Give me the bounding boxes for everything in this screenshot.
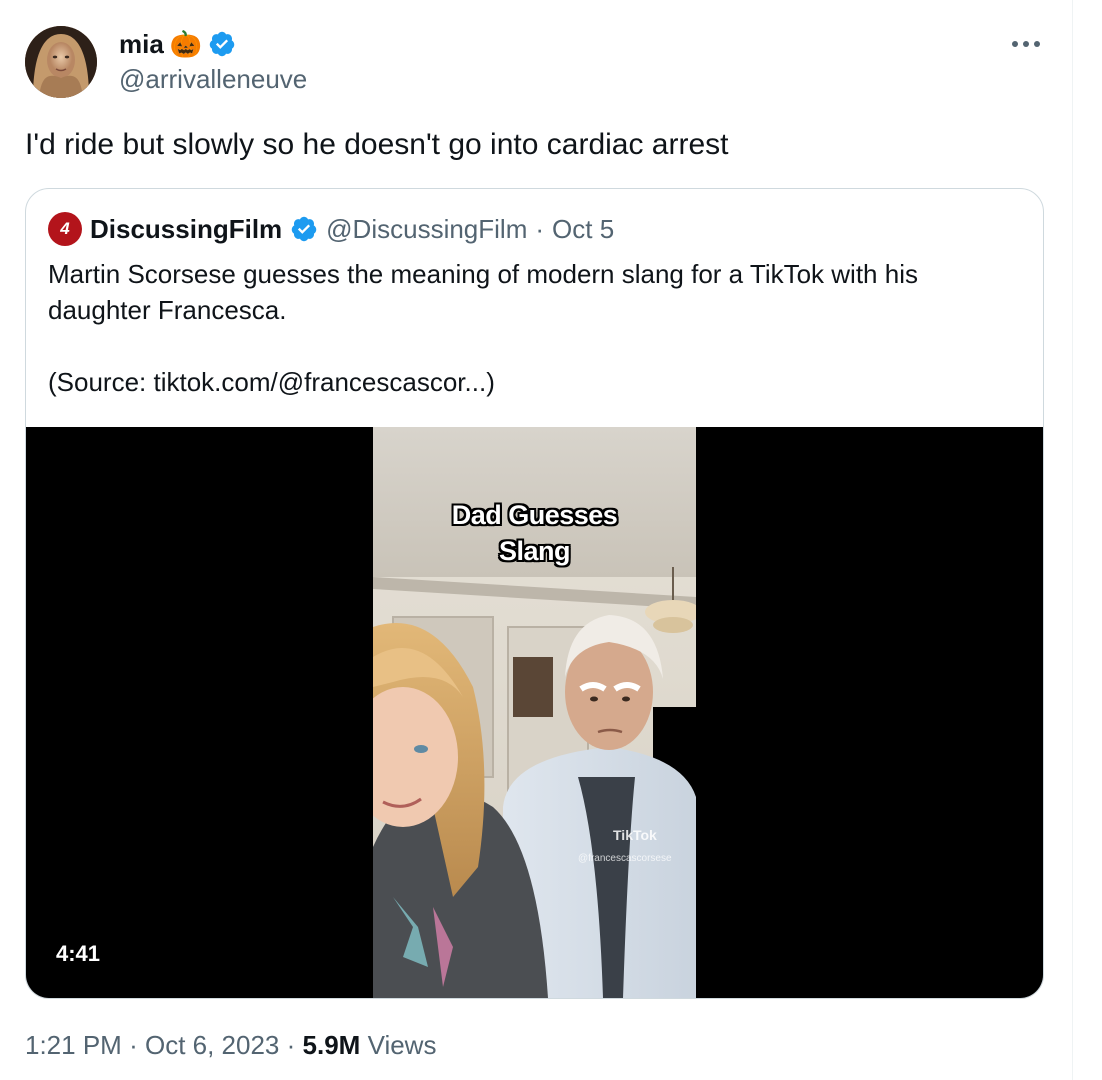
more-options-icon[interactable] <box>1006 30 1046 58</box>
right-rail-divider <box>1072 0 1073 1080</box>
meta-separator: · <box>286 1030 296 1060</box>
views-label: Views <box>367 1030 437 1060</box>
quoted-tweet-date[interactable]: Oct 5 <box>552 214 614 245</box>
author-name[interactable]: mia <box>119 29 164 60</box>
tiktok-watermark-handle: @francescascorsese <box>578 853 672 864</box>
author-avatar[interactable] <box>25 26 97 98</box>
quoted-tweet-header: 4 DiscussingFilm @DiscussingFilm · Oct 5 <box>48 211 614 247</box>
quoted-tweet-text: Martin Scorsese guesses the meaning of m… <box>48 259 918 325</box>
verified-badge-icon <box>291 216 317 242</box>
video-overlay-title-line1: Dad Guesses <box>451 500 618 530</box>
author-handle[interactable]: @arrivalleneuve <box>119 64 307 95</box>
quoted-author-handle[interactable]: @DiscussingFilm <box>326 214 527 245</box>
meta-separator: · <box>129 1030 138 1060</box>
video-duration-badge: 4:41 <box>46 937 111 971</box>
ellipsis-icon <box>1012 41 1040 47</box>
verified-badge-icon <box>209 31 235 57</box>
avatar-image <box>25 26 97 98</box>
quoted-tweet-body: Martin Scorsese guesses the meaning of m… <box>48 256 1008 400</box>
tweet-meta-row: 1:21 PM · Oct 6, 2023 · 5.9M Views <box>25 1030 436 1061</box>
video-player[interactable]: Dad Guesses Slang TikTok @francescascors… <box>26 427 1043 998</box>
header-separator: · <box>535 213 545 244</box>
pumpkin-emoji: 🎃 <box>169 28 203 59</box>
video-frame: Dad Guesses Slang TikTok @francescascors… <box>348 427 701 998</box>
tweet-date[interactable]: Oct 6, 2023 <box>145 1030 279 1060</box>
tiktok-watermark: TikTok <box>613 827 657 843</box>
author-name-row[interactable]: mia 🎃 <box>119 27 236 61</box>
quoted-tweet-card[interactable]: 4 DiscussingFilm @DiscussingFilm · Oct 5… <box>25 188 1044 999</box>
quoted-author-name[interactable]: DiscussingFilm <box>90 214 282 245</box>
discussingfilm-logo[interactable]: 4 <box>48 212 82 246</box>
views-count[interactable]: 5.9M <box>303 1030 361 1060</box>
video-overlay-title-line2: Slang <box>498 536 571 566</box>
quoted-tweet-source: (Source: tiktok.com/@francescascor...) <box>48 367 495 397</box>
tweet-time[interactable]: 1:21 PM <box>25 1030 122 1060</box>
tweet-text: I'd ride but slowly so he doesn't go int… <box>25 128 729 161</box>
